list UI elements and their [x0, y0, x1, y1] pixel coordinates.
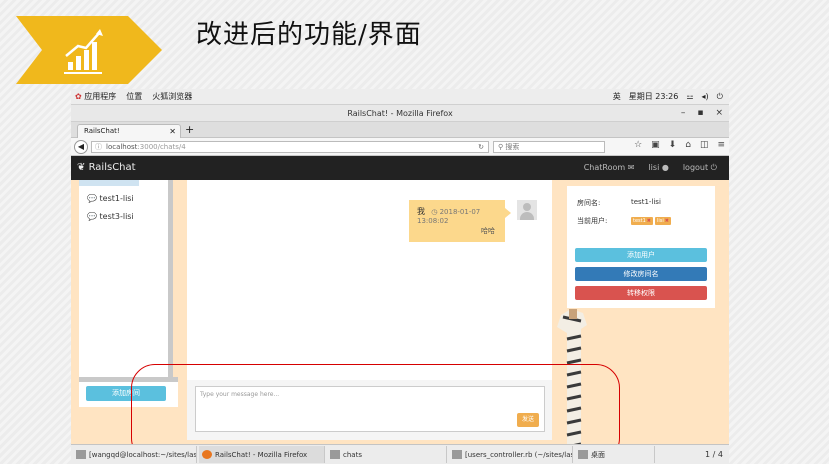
- room-name-row: 房间名: test1-lisi: [577, 198, 661, 207]
- volume-icon[interactable]: ◂): [702, 89, 709, 105]
- close-tab-icon[interactable]: ✕: [169, 125, 176, 138]
- chat-messages: 我 ◷ 2018-01-07 13:08:02 哈哈: [187, 180, 552, 380]
- tab-railschat[interactable]: RailsChat! ✕: [77, 124, 181, 138]
- places-menu[interactable]: 位置: [126, 89, 142, 105]
- brand-link[interactable]: ❦ RailsChat: [77, 156, 136, 180]
- add-user-button[interactable]: 添加用户: [575, 248, 707, 262]
- url-bar[interactable]: ⓘ localhost:3000/chats/4 ↻: [91, 141, 489, 153]
- clock[interactable]: 星期日 23:26: [629, 89, 679, 105]
- maximize-button[interactable]: ▪: [697, 105, 703, 122]
- remove-member-icon[interactable]: ✖: [647, 218, 651, 224]
- user-icon: ●: [661, 163, 669, 172]
- pocket-icon[interactable]: ◫: [700, 140, 709, 150]
- bubble-arrow: [505, 208, 511, 218]
- clock-icon: ◷: [431, 208, 438, 216]
- folder-icon: [330, 450, 340, 459]
- network-icon[interactable]: ⚍: [686, 89, 693, 105]
- firefox-icon: [202, 450, 212, 459]
- search-box[interactable]: ⚲ 搜索: [493, 141, 605, 153]
- taskbar-item-editor[interactable]: [users_controller.rb (~/sites/last01/...: [449, 446, 573, 463]
- transfer-permission-button[interactable]: 转移权限: [575, 286, 707, 300]
- tab-bar: RailsChat! ✕ +: [71, 122, 729, 138]
- active-app-menu[interactable]: 火狐浏览器: [152, 89, 192, 105]
- scroll-indicator: [79, 180, 139, 186]
- text-editor-icon: [452, 450, 462, 459]
- taskbar-item-chats[interactable]: chats: [327, 446, 447, 463]
- nav-user[interactable]: lisi ●: [648, 156, 668, 180]
- reload-icon[interactable]: ↻: [478, 142, 484, 152]
- back-arrow-icon: ◀: [77, 142, 85, 151]
- nav-chatroom[interactable]: ChatRoom ✉: [584, 156, 635, 180]
- nav-logout[interactable]: logout ⏻: [683, 156, 717, 180]
- download-icon[interactable]: ⬇: [669, 140, 677, 150]
- message-text: 哈哈: [481, 227, 495, 235]
- firefox-title-bar: RailsChat! - Mozilla Firefox – ▪ ×: [71, 105, 729, 122]
- terminal-icon: [76, 450, 86, 459]
- back-button[interactable]: ◀: [74, 140, 88, 154]
- url-host: localhost: [106, 143, 138, 151]
- desktop-icon: [578, 450, 588, 459]
- message-time: ◷ 2018-01-07 13:08:02: [417, 208, 481, 225]
- search-icon: ⚲: [498, 143, 504, 151]
- room-info-panel: 房间名: test1-lisi 当前用户: test1✖ lisi✖ 添加用户 修…: [567, 186, 715, 308]
- power-icon: ⏻: [710, 163, 717, 172]
- navigation-bar: ◀ ⓘ localhost:3000/chats/4 ↻ ⚲ 搜索 ☆ ▣ ⬇ …: [71, 138, 729, 156]
- members-row: 当前用户: test1✖ lisi✖: [577, 216, 671, 226]
- member-tags: test1✖ lisi✖: [631, 216, 673, 225]
- message-bubble: 我 ◷ 2018-01-07 13:08:02 哈哈: [409, 200, 505, 242]
- taskbar-item-terminal[interactable]: [wangqd@localhost:~/sites/last01/...: [73, 446, 197, 463]
- minimize-button[interactable]: –: [681, 105, 686, 122]
- menu-icon[interactable]: ≡: [717, 140, 725, 150]
- window-title: RailsChat! - Mozilla Firefox: [347, 109, 453, 118]
- comment-icon: 💬: [87, 212, 97, 221]
- applications-menu[interactable]: ✿ 应用程序: [75, 89, 116, 105]
- avatar-body: [520, 212, 534, 220]
- clipboard-icon[interactable]: ▣: [651, 140, 660, 150]
- close-window-button[interactable]: ×: [715, 105, 723, 122]
- room-item[interactable]: 💬 test3-lisi: [87, 212, 134, 221]
- remove-member-icon[interactable]: ✖: [665, 218, 669, 224]
- taskbar: [wangqd@localhost:~/sites/last01/... Rai…: [71, 444, 729, 464]
- message-user: 我: [417, 207, 425, 216]
- home-icon[interactable]: ⌂: [685, 140, 691, 150]
- room-list: 💬 test1-lisi 💬 test3-lisi: [79, 180, 173, 380]
- app-navbar: ❦ RailsChat ChatRoom ✉ lisi ● logout ⏻: [71, 156, 729, 180]
- new-tab-button[interactable]: +: [185, 123, 194, 137]
- site-info-icon[interactable]: ⓘ: [95, 142, 102, 152]
- url-path: :3000/chats/4: [137, 143, 186, 151]
- room-item[interactable]: 💬 test1-lisi: [87, 194, 134, 203]
- workspace-indicator[interactable]: 1 / 4: [705, 446, 723, 464]
- leaf-icon: ❦: [77, 162, 86, 173]
- slide-title: 改进后的功能/界面: [196, 20, 422, 50]
- avatar-head: [523, 203, 531, 211]
- avatar: [517, 200, 537, 220]
- member-tag[interactable]: lisi✖: [655, 217, 671, 225]
- taskbar-item-firefox[interactable]: RailsChat! - Mozilla Firefox: [199, 446, 325, 463]
- gnome-foot-icon: ✿: [75, 92, 82, 101]
- gnome-top-bar: ✿ 应用程序 位置 火狐浏览器 英 星期日 23:26 ⚍ ◂) ⏻: [71, 89, 729, 105]
- rename-room-button[interactable]: 修改房间名: [575, 267, 707, 281]
- bookmark-star-icon[interactable]: ☆: [634, 140, 642, 150]
- comments-icon: ✉: [627, 163, 635, 172]
- power-icon[interactable]: ⏻: [717, 89, 723, 105]
- title-badge: [16, 16, 162, 84]
- room-name-value: test1-lisi: [631, 198, 661, 206]
- comment-icon: 💬: [87, 194, 97, 203]
- member-tag[interactable]: test1✖: [631, 217, 653, 225]
- ime-indicator[interactable]: 英: [613, 89, 621, 105]
- taskbar-item-desktop[interactable]: 桌面: [575, 446, 655, 463]
